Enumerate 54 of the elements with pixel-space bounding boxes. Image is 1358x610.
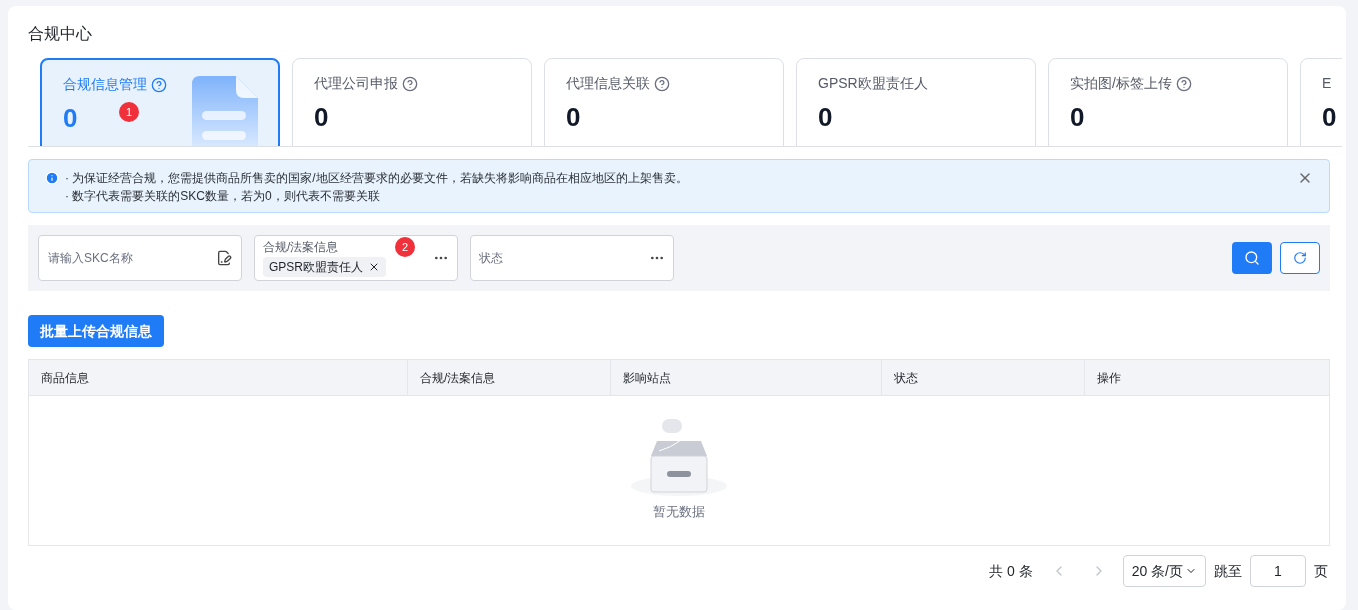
card-count: 0	[1322, 102, 1337, 132]
notice-text: · 数字代表需要关联的SKC数量，若为0，则代表不需要关联	[65, 188, 381, 205]
column-header: 商品信息	[29, 360, 408, 395]
card-label: 合规信息管理	[63, 75, 147, 94]
number-badge: 2	[395, 237, 415, 257]
document-illustration	[192, 76, 258, 146]
selected-tag[interactable]: GPSR欧盟责任人	[263, 257, 386, 277]
empty-text: 暂无数据	[653, 503, 705, 521]
help-icon[interactable]	[654, 75, 670, 92]
page-size-select[interactable]: 20 条/页	[1122, 555, 1206, 587]
total-count: 共 0 条	[989, 561, 1033, 581]
column-header: 状态	[882, 360, 1085, 395]
card-count: 0	[1070, 102, 1085, 132]
card-count: 0	[314, 102, 329, 132]
search-icon	[1244, 250, 1260, 266]
skc-name-input[interactable]: 请输入SKC名称	[48, 249, 216, 267]
search-button[interactable]	[1232, 242, 1272, 274]
notice-text: · 为保证经营合规，您需提供商品所售卖的国家/地区经营要求的必要文件，若缺失将影响商品在相应地区的上架售卖。	[65, 170, 689, 187]
jump-label: 跳至	[1214, 561, 1242, 581]
refresh-icon	[1293, 251, 1307, 265]
column-header: 影响站点	[611, 360, 882, 395]
help-icon[interactable]	[1175, 75, 1192, 92]
category-card[interactable]: 合规信息管理 0 1	[40, 58, 280, 146]
skc-search-field[interactable]: 请输入SKC名称	[38, 235, 242, 281]
card-label: GPSR欧盟责任人	[818, 74, 928, 93]
category-card[interactable]: 实拍图/标签上传 0	[1048, 58, 1288, 146]
page-suffix: 页	[1314, 561, 1328, 581]
card-label: 代理公司申报	[314, 74, 398, 93]
field-placeholder: 状态	[479, 250, 504, 267]
card-label: 实拍图/标签上传	[1070, 74, 1172, 93]
card-count: 0	[63, 103, 78, 133]
info-icon	[45, 171, 59, 185]
column-header: 操作	[1096, 369, 1122, 387]
category-card[interactable]: 代理公司申报 0	[292, 58, 532, 146]
card-label: E	[1322, 74, 1332, 93]
card-count: 0	[566, 102, 581, 132]
page-title: 合规中心	[28, 24, 93, 44]
card-label: 代理信息关联	[566, 74, 650, 93]
help-icon[interactable]	[151, 76, 167, 93]
number-badge: 1	[119, 102, 139, 122]
page-input[interactable]: 1	[1250, 555, 1306, 587]
category-card[interactable]: E 0	[1300, 58, 1342, 146]
category-card[interactable]: GPSR欧盟责任人 0	[796, 58, 1036, 146]
field-label: 合规/法案信息	[263, 239, 339, 255]
category-card[interactable]: 代理信息关联 0	[544, 58, 784, 146]
card-count: 0	[818, 102, 833, 132]
remove-icon[interactable]	[368, 261, 380, 273]
reset-button[interactable]	[1280, 242, 1320, 274]
batch-upload-button[interactable]: 批量上传合规信息	[28, 315, 164, 347]
column-header: 合规/法案信息	[408, 360, 611, 395]
help-icon[interactable]	[402, 75, 418, 92]
note-edit-icon[interactable]	[216, 250, 232, 266]
select-field[interactable]: 状态	[470, 235, 674, 281]
select-field[interactable]: 合规/法案信息 GPSR欧盟责任人 2	[254, 235, 458, 281]
